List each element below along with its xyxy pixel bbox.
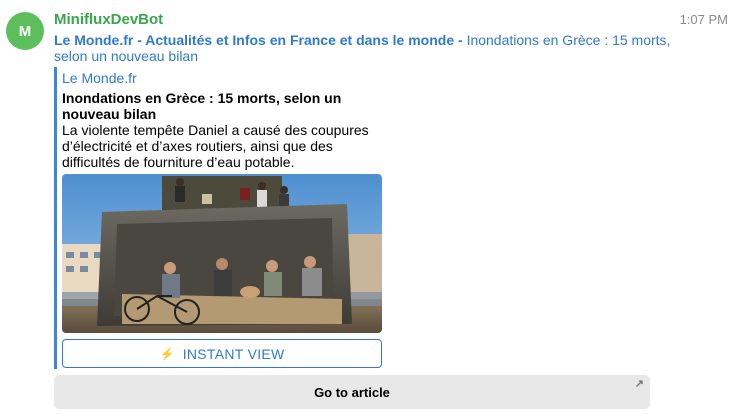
link-preview: Le Monde.fr Inondations en Grèce : 15 mo… <box>54 67 388 369</box>
go-to-article-button[interactable]: Go to article ↗ <box>54 375 650 409</box>
external-link-arrow-icon: ↗ <box>634 378 644 390</box>
preview-description: La violente tempête Daniel a causé des c… <box>62 122 369 170</box>
avatar-initial: M <box>18 22 32 40</box>
preview-site-name: Le Monde.fr <box>62 70 137 86</box>
go-to-article-label: Go to article <box>314 384 390 400</box>
preview-image[interactable] <box>62 174 382 333</box>
message-text: Le Monde.fr - Actualités et Infos en Fra… <box>54 32 674 64</box>
instant-view-label: INSTANT VIEW <box>182 345 285 362</box>
title-separator: - <box>454 32 467 48</box>
instant-view-button[interactable]: ⚡ INSTANT VIEW <box>62 339 382 368</box>
sender-name[interactable]: MinifluxDevBot <box>54 11 163 29</box>
lightning-icon: ⚡ <box>159 346 175 361</box>
preview-title: Inondations en Grèce : 15 morts, selon u… <box>62 90 342 122</box>
avatar[interactable]: M <box>6 12 44 50</box>
message-time: 1:07 PM <box>679 12 728 27</box>
source-link[interactable]: Le Monde.fr - Actualités et Infos en Fra… <box>54 32 454 48</box>
